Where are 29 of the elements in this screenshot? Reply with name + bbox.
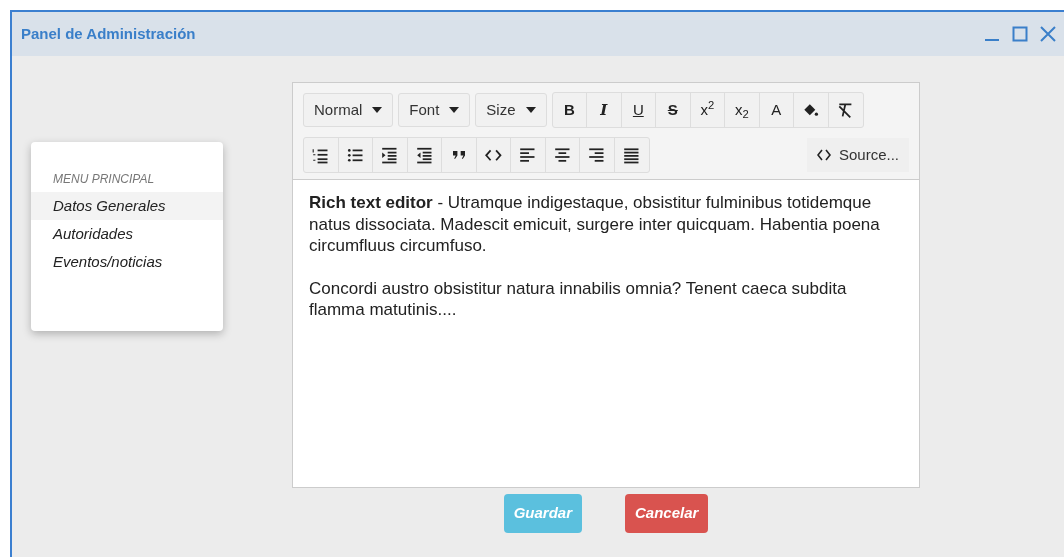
menu-heading: MENU PRINCIPAL	[52, 171, 156, 188]
menu-item[interactable]: Eventos/noticias	[31, 248, 223, 276]
maximize-icon[interactable]	[1012, 26, 1028, 42]
code-icon	[816, 149, 831, 161]
caret-icon	[449, 107, 460, 113]
format-button[interactable]: x$^{2}$	[690, 93, 726, 127]
window-title: Panel de Administración	[21, 23, 196, 44]
outdent-icon	[414, 145, 434, 165]
italic-button[interactable]: I	[587, 93, 622, 127]
rich-text-editor[interactable]	[292, 82, 920, 488]
align-center-icon	[552, 145, 572, 165]
quote-icon	[452, 151, 465, 159]
underline-button[interactable]: U	[621, 93, 657, 127]
menu-item[interactable]: Datos Generales	[31, 192, 223, 220]
dropdown-button[interactable]: Font	[398, 93, 471, 127]
paragraph: Concordi austro obsistitur natura innabilis omnia? Tenent caeca subdita flamma matutinis....	[309, 277, 848, 321]
menu-item[interactable]: Autoridades	[31, 220, 223, 248]
format-button[interactable]: A	[759, 93, 795, 127]
dropdown-button[interactable]: Size	[475, 93, 547, 127]
format-button[interactable]: x$_{2}$	[725, 93, 760, 127]
source-button[interactable]: Source...	[806, 138, 909, 172]
cancel-button[interactable]: Cancelar	[625, 494, 709, 533]
bold-button[interactable]: B	[552, 93, 588, 127]
dropdown-button[interactable]: Normal	[303, 93, 394, 127]
paragraph: Rich text editor - Utramque indigestaque, obsistitur fulminibus totidemque natus dissociata. Madescit emicuit, surgere inter quicquam. Habentia poena circumfluus circumfuso.	[309, 192, 881, 257]
close-icon[interactable]	[1040, 26, 1056, 42]
caret-icon	[525, 107, 536, 113]
strikethrough-button[interactable]: S	[656, 93, 691, 127]
caret-icon	[372, 107, 383, 113]
